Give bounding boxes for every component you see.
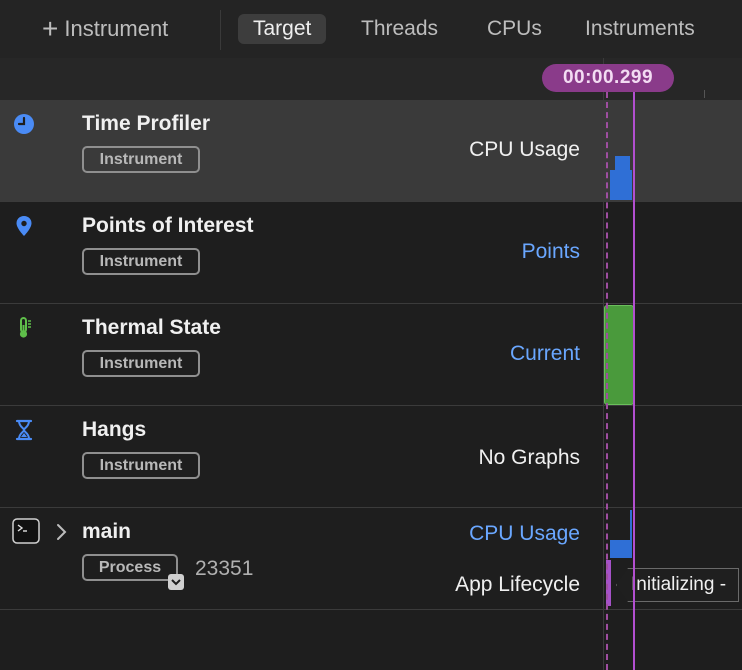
track-name: Hangs — [82, 418, 147, 441]
track-row-points-of-interest[interactable]: Points of Interest Instrument Points — [0, 202, 742, 304]
clock-icon — [12, 112, 36, 136]
process-dropdown-icon[interactable] — [168, 574, 184, 590]
toolbar-divider — [220, 10, 221, 50]
cpu-usage-graph[interactable] — [610, 170, 632, 200]
terminal-icon — [12, 518, 40, 544]
process-cpu-graph[interactable] — [610, 540, 632, 558]
track-name: Points of Interest — [82, 214, 254, 237]
track-metric-label[interactable]: CPU Usage — [469, 138, 580, 162]
pin-icon — [12, 214, 36, 238]
playhead-line[interactable] — [633, 92, 635, 670]
toolbar: + Instrument Target Threads CPUs Instrum… — [0, 0, 742, 59]
thermal-state-block[interactable] — [604, 305, 634, 405]
disclosure-chevron-icon[interactable] — [54, 522, 70, 542]
track-metric-label[interactable]: Current — [510, 342, 580, 366]
instrument-badge: Instrument — [82, 452, 200, 479]
process-pid: 23351 — [195, 557, 254, 580]
playhead-time-badge[interactable]: 00:00.299 — [542, 64, 674, 92]
add-instrument-label: Instrument — [64, 16, 169, 41]
track-name: Time Profiler — [82, 112, 210, 135]
track-row-hangs[interactable]: Hangs Instrument No Graphs — [0, 406, 742, 508]
track-name: main — [82, 520, 132, 543]
process-cpu-spike — [630, 510, 632, 540]
track-metric-label[interactable]: CPU Usage — [469, 522, 580, 546]
add-instrument-button[interactable]: + Instrument — [42, 14, 168, 44]
track-metric-label-lifecycle[interactable]: App Lifecycle — [455, 573, 580, 597]
inspection-start-line — [606, 92, 608, 670]
thermometer-icon — [12, 316, 36, 340]
hourglass-icon — [12, 418, 36, 442]
tab-target[interactable]: Target — [238, 14, 327, 44]
track-metric-label: No Graphs — [478, 446, 580, 469]
tab-cpus[interactable]: CPUs — [472, 14, 557, 44]
instrument-badge: Instrument — [82, 350, 200, 377]
tab-threads[interactable]: Threads — [346, 14, 453, 44]
tab-instruments[interactable]: Instruments — [570, 14, 710, 44]
plus-icon: + — [42, 13, 59, 44]
instrument-badge: Instrument — [82, 146, 200, 173]
instrument-badge: Instrument — [82, 248, 200, 275]
ruler-tick — [704, 90, 705, 98]
cpu-usage-graph-peak — [615, 156, 630, 170]
track-name: Thermal State — [82, 316, 221, 339]
track-metric-label[interactable]: Points — [522, 240, 580, 264]
process-badge: Process — [82, 554, 178, 581]
